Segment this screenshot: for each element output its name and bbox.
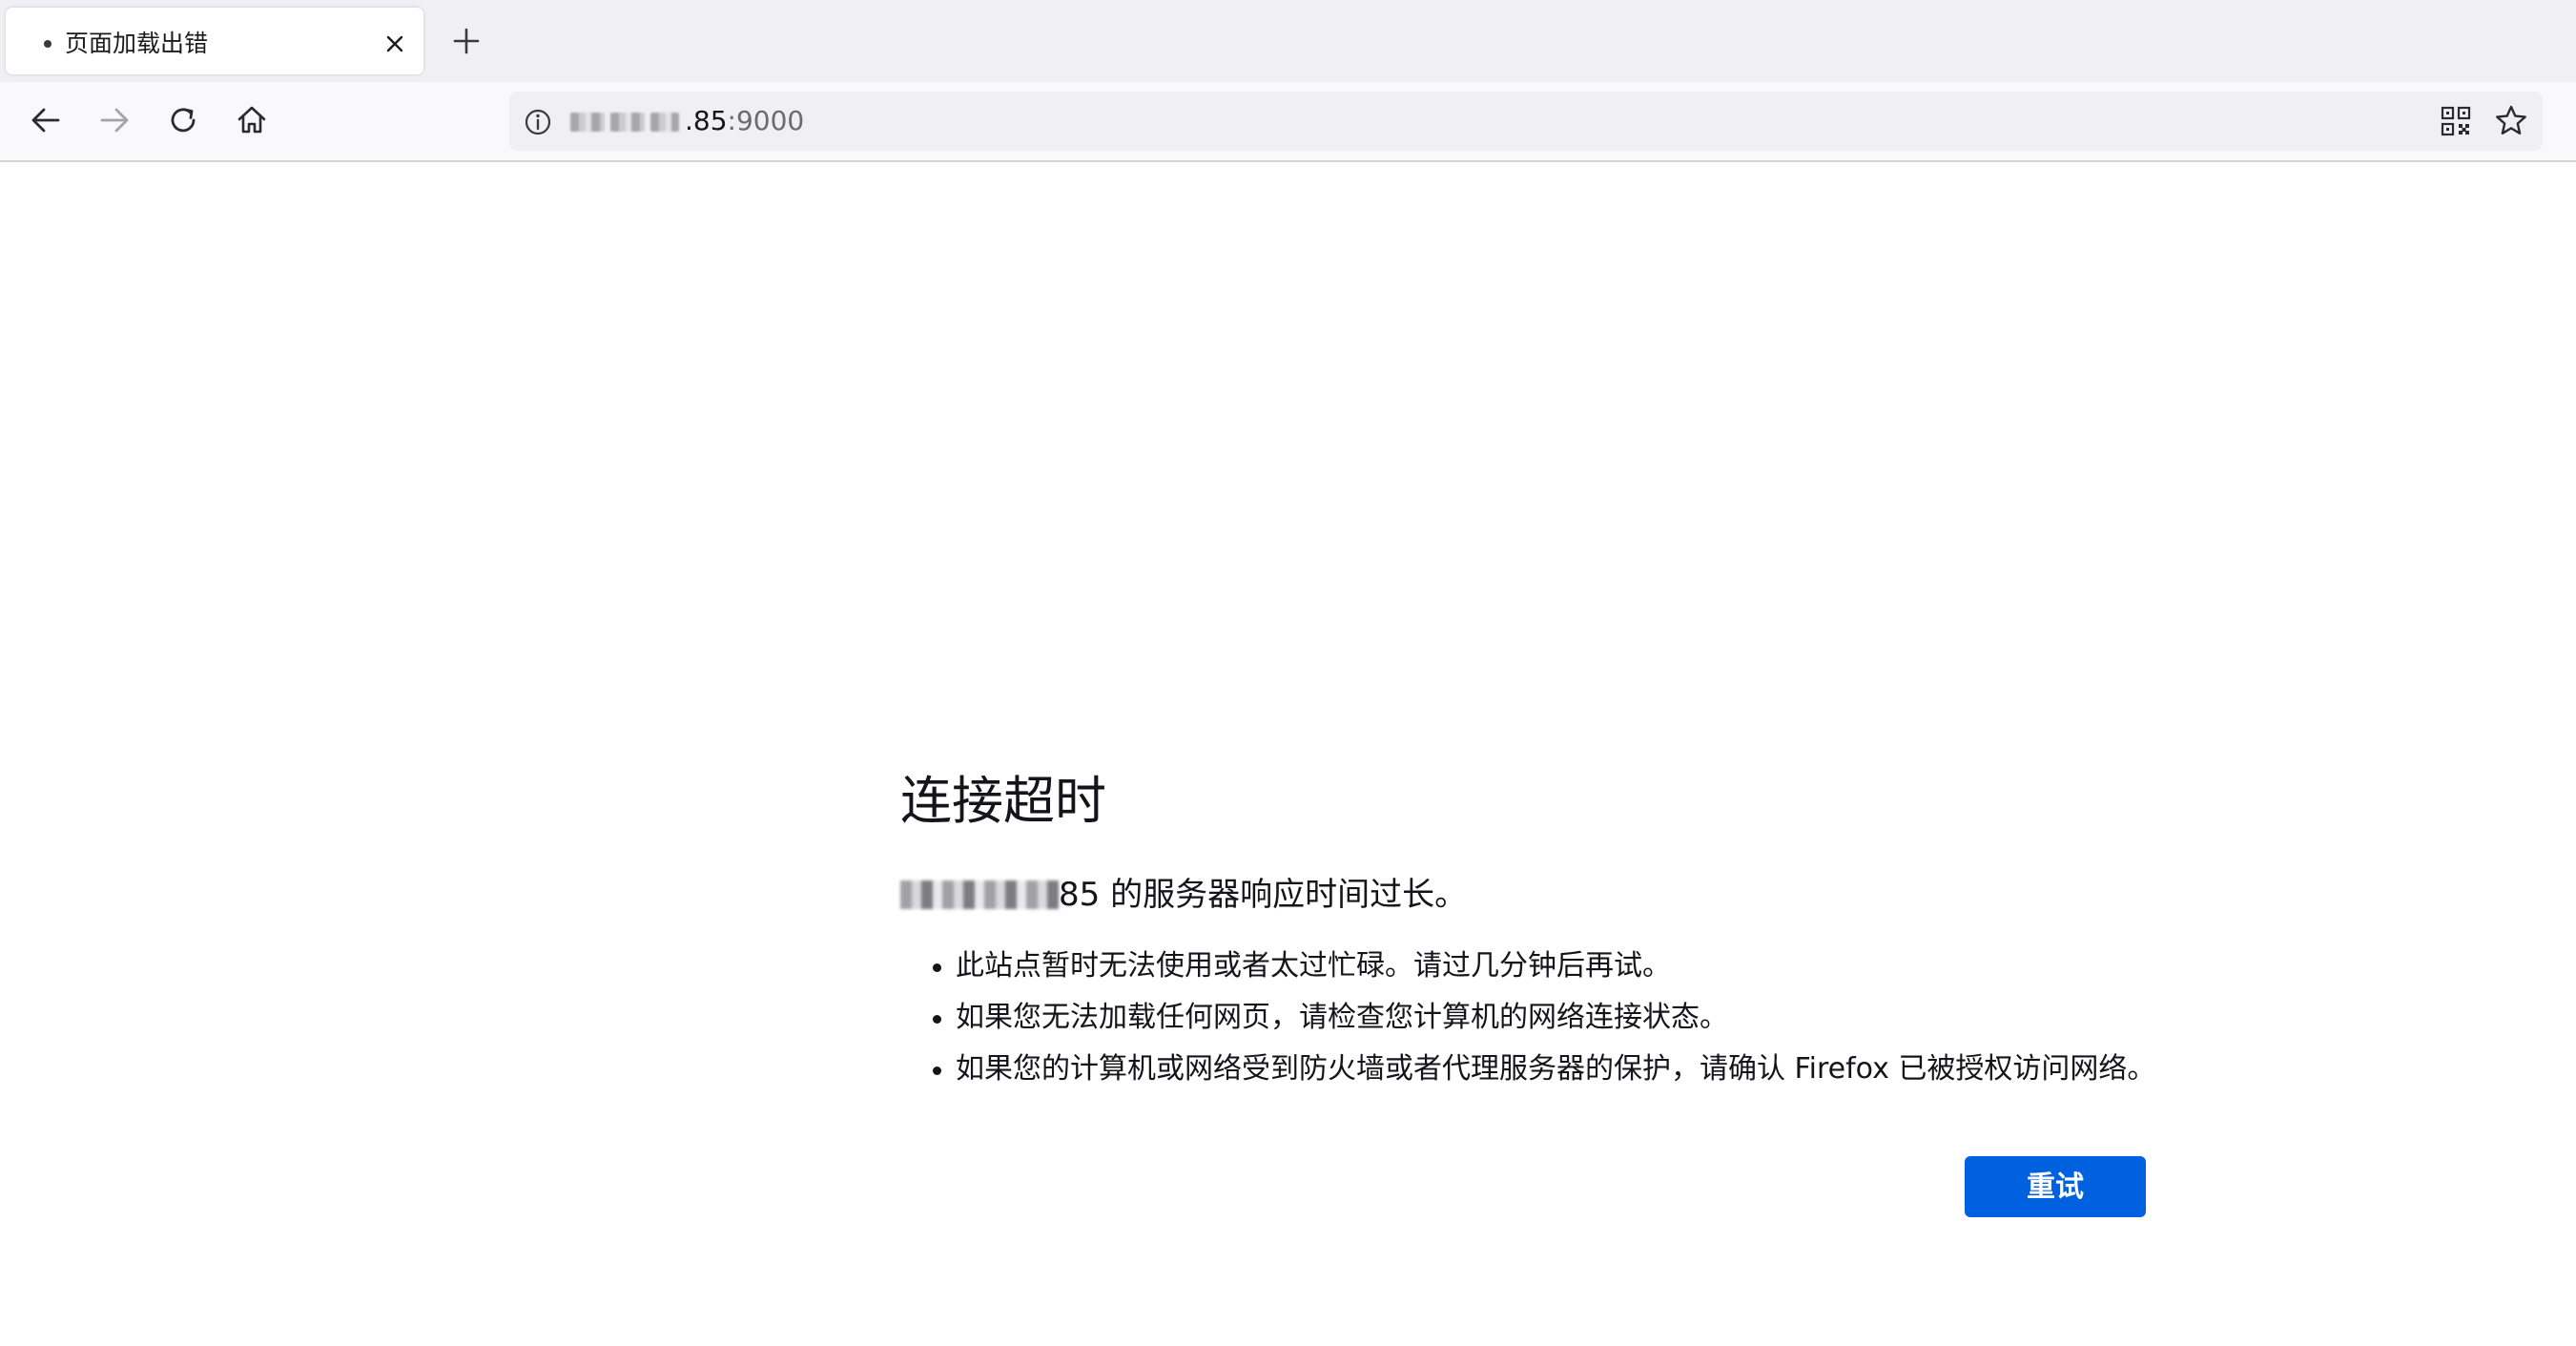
tab-close-icon[interactable]: [383, 32, 406, 55]
url-text[interactable]: .85:9000: [570, 105, 804, 137]
back-arrow-icon[interactable]: [27, 101, 65, 139]
list-item: 此站点暂时无法使用或者太过忙碌。请过几分钟后再试。: [900, 941, 2155, 992]
navigation-toolbar: .85:9000: [0, 82, 2576, 162]
redacted-host-part: [570, 113, 605, 132]
new-tab-icon[interactable]: [450, 25, 483, 57]
tab-status-dot-icon: [44, 40, 52, 48]
error-description: 85 的服务器响应时间过长。: [900, 872, 1467, 918]
list-item: 如果您的计算机或网络受到防火墙或者代理服务器的保护，请确认 Firefox 已被…: [900, 1044, 2155, 1095]
retry-button[interactable]: 重试: [1965, 1156, 2146, 1217]
reload-icon[interactable]: [164, 101, 202, 139]
bookmark-star-icon[interactable]: [2493, 103, 2529, 139]
redacted-host-part: [650, 113, 679, 132]
url-host: .85: [685, 105, 728, 136]
error-title: 连接超时: [900, 771, 1106, 831]
active-tab[interactable]: 页面加载出错: [6, 8, 423, 74]
url-port: :9000: [727, 105, 805, 136]
list-item: 如果您无法加载任何网页，请检查您计算机的网络连接状态。: [900, 992, 2155, 1044]
home-icon[interactable]: [233, 101, 271, 139]
qr-code-icon[interactable]: [2440, 105, 2472, 137]
redacted-host: [900, 880, 1059, 909]
site-info-icon[interactable]: [523, 107, 553, 137]
tab-title: 页面加载出错: [65, 30, 209, 57]
forward-arrow-icon[interactable]: [95, 101, 134, 139]
address-bar[interactable]: .85:9000: [509, 92, 2543, 151]
redacted-host-part: [610, 113, 645, 132]
tab-bar: 页面加载出错: [0, 0, 2576, 82]
error-description-text: 85 的服务器响应时间过长。: [1059, 876, 1468, 914]
error-suggestions-list: 此站点暂时无法使用或者太过忙碌。请过几分钟后再试。 如果您无法加载任何网页，请检…: [900, 941, 2155, 1095]
